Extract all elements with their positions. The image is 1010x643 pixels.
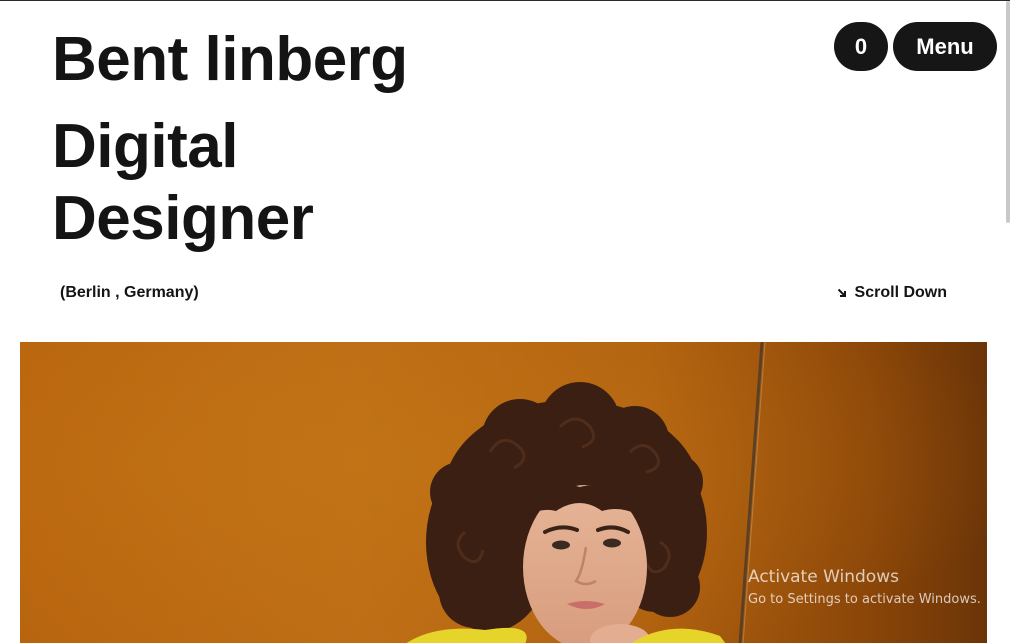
cart-count-button[interactable]: 0: [834, 22, 888, 71]
scroll-down-link[interactable]: Scroll Down: [837, 284, 947, 302]
role-line-2: Designer: [52, 184, 314, 253]
arrow-down-right-icon: [837, 288, 847, 298]
page-scrollbar[interactable]: [1006, 1, 1010, 223]
page: Bent linberg Digital Designer 0 Menu (Be…: [0, 0, 1010, 643]
watermark-subtitle: Go to Settings to activate Windows.: [748, 592, 981, 607]
role-heading: Digital Designer: [52, 111, 314, 255]
menu-button[interactable]: Menu: [893, 22, 997, 71]
watermark-title: Activate Windows: [748, 567, 899, 587]
site-title: Bent linberg: [52, 25, 408, 94]
role-line-1: Digital: [52, 112, 238, 181]
windows-activation-watermark: Activate Windows Go to Settings to activ…: [748, 567, 981, 610]
scroll-down-label: Scroll Down: [854, 284, 947, 301]
location-label: (Berlin , Germany): [60, 284, 199, 301]
